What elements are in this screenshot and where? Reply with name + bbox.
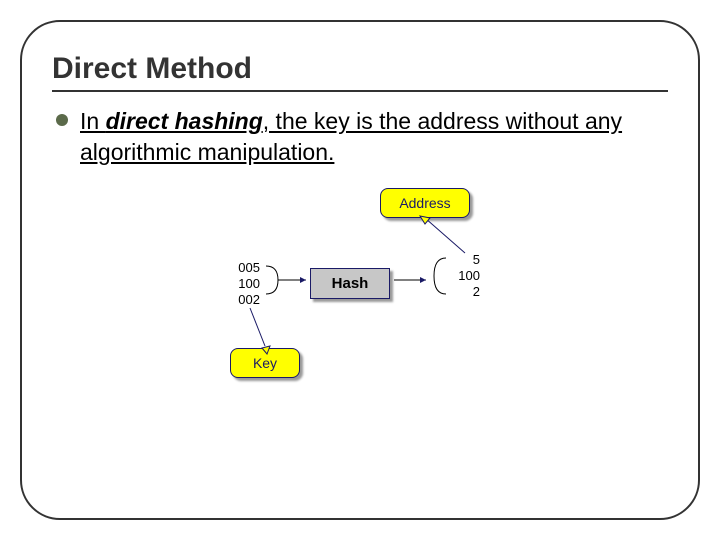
bullet-text: In direct hashing, the key is the addres… (80, 106, 668, 168)
bullet-icon (56, 114, 68, 126)
slide-frame: Direct Method In direct hashing, the key… (20, 20, 700, 520)
bullet-item: In direct hashing, the key is the addres… (52, 106, 668, 168)
diagram: Address 005 100 002 Hash 5 100 2 Key (170, 188, 550, 438)
slide-title: Direct Method (52, 52, 668, 86)
bullet-prefix: In (80, 108, 106, 134)
diagram-connectors (170, 188, 550, 438)
title-underline (52, 90, 668, 92)
bullet-emph: direct hashing (106, 108, 263, 134)
